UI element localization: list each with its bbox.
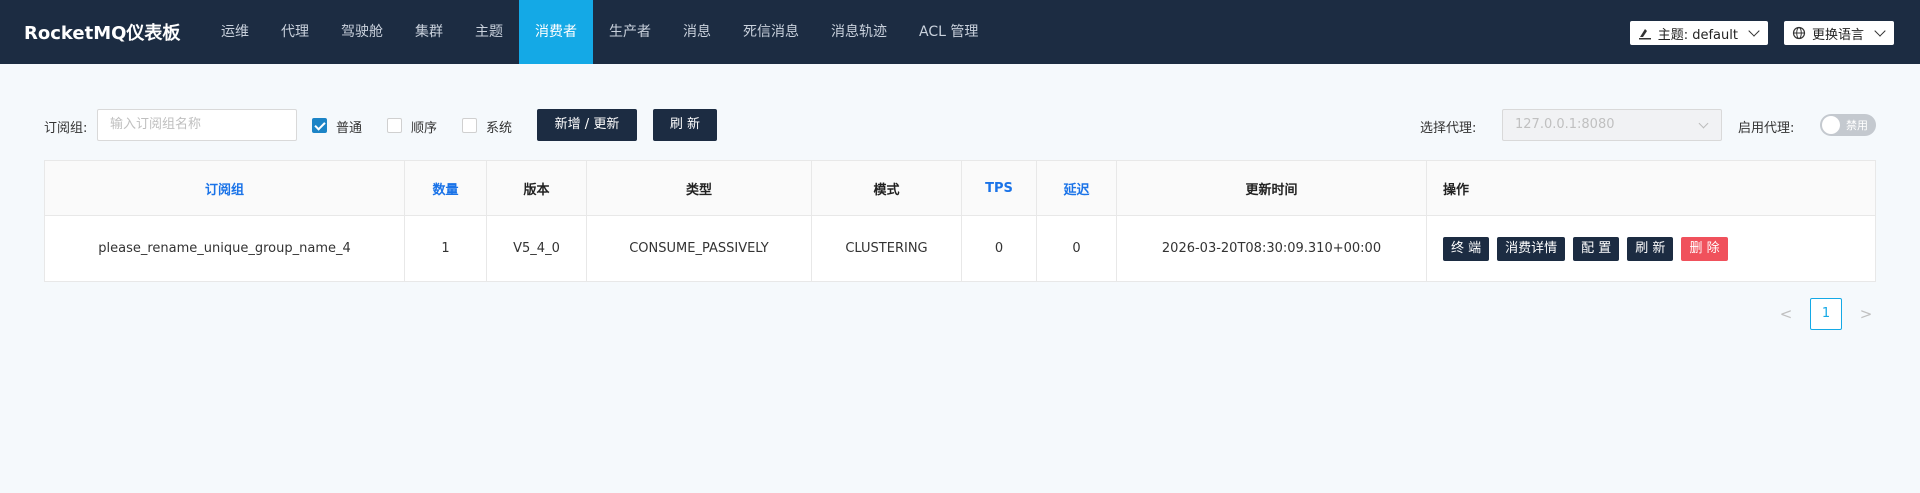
nav-item-dashboard[interactable]: 驾驶舱 bbox=[325, 0, 399, 64]
cell-type: CONSUME_PASSIVELY bbox=[587, 216, 812, 281]
row-actions: 终 端 消费详情 配 置 刷 新 删 除 bbox=[1443, 236, 1728, 261]
page-1-button[interactable]: 1 bbox=[1810, 298, 1842, 330]
nav-item-acl[interactable]: ACL 管理 bbox=[903, 0, 994, 64]
language-select[interactable]: 更换语言 bbox=[1783, 21, 1894, 45]
system-checkbox[interactable] bbox=[462, 118, 477, 133]
globe-icon bbox=[1792, 26, 1806, 40]
cell-mode: CLUSTERING bbox=[812, 216, 962, 281]
consume-detail-button[interactable]: 消费详情 bbox=[1497, 236, 1566, 261]
order-checkbox-label: 顺序 bbox=[411, 121, 438, 136]
nav-item-message[interactable]: 消息 bbox=[667, 0, 727, 64]
theme-select[interactable]: 主题: default bbox=[1629, 21, 1768, 45]
chevron-down-icon bbox=[1698, 118, 1709, 129]
nav-item-message-trace[interactable]: 消息轨迹 bbox=[815, 0, 903, 64]
refresh-button[interactable]: 刷 新 bbox=[653, 109, 717, 141]
nav-right-controls: 主题: default 更换语言 bbox=[1629, 21, 1894, 45]
language-select-label: 更换语言 bbox=[1811, 27, 1864, 43]
nav-item-consumer[interactable]: 消费者 bbox=[519, 0, 593, 64]
group-search-input[interactable]: 输入订阅组名称 bbox=[97, 109, 297, 141]
nav-item-dlq-message[interactable]: 死信消息 bbox=[727, 0, 815, 64]
app-brand[interactable]: RocketMQ仪表板 bbox=[0, 19, 205, 45]
proxy-select[interactable]: 127.0.0.1:8080 bbox=[1502, 109, 1722, 141]
col-header-version: 版本 bbox=[487, 161, 587, 216]
table-row: please_rename_unique_group_name_4 1 V5_4… bbox=[45, 216, 1875, 281]
system-checkbox-label: 系统 bbox=[486, 121, 513, 136]
proxy-select-value: 127.0.0.1:8080 bbox=[1515, 117, 1615, 132]
config-button[interactable]: 配 置 bbox=[1573, 236, 1620, 261]
group-filter-label: 订阅组: bbox=[44, 121, 88, 136]
col-header-type: 类型 bbox=[587, 161, 812, 216]
table-header-row: 订阅组 数量 版本 类型 模式 TPS 延迟 更新时间 操作 bbox=[45, 161, 1875, 216]
row-refresh-button[interactable]: 刷 新 bbox=[1627, 236, 1674, 261]
terminal-button[interactable]: 终 端 bbox=[1443, 236, 1490, 261]
cell-update-time: 2026-03-20T08:30:09.310+00:00 bbox=[1117, 216, 1427, 281]
col-header-update-time: 更新时间 bbox=[1117, 161, 1427, 216]
cell-group: please_rename_unique_group_name_4 bbox=[45, 216, 405, 281]
col-header-delay[interactable]: 延迟 bbox=[1037, 161, 1117, 216]
main-nav: 运维 代理 驾驶舱 集群 主题 消费者 生产者 消息 死信消息 消息轨迹 ACL… bbox=[205, 0, 994, 64]
col-header-mode: 模式 bbox=[812, 161, 962, 216]
chevron-down-icon bbox=[1748, 25, 1760, 37]
prev-page-icon[interactable]: < bbox=[1776, 305, 1796, 323]
normal-checkbox-label: 普通 bbox=[336, 121, 363, 136]
top-navbar: RocketMQ仪表板 运维 代理 驾驶舱 集群 主题 消费者 生产者 消息 死… bbox=[0, 0, 1920, 64]
theme-select-label: 主题: default bbox=[1657, 27, 1738, 43]
nav-item-producer[interactable]: 生产者 bbox=[593, 0, 667, 64]
cell-count: 1 bbox=[405, 216, 487, 281]
cell-version: V5_4_0 bbox=[487, 216, 587, 281]
toggle-knob bbox=[1822, 116, 1840, 134]
enable-proxy-label: 启用代理: bbox=[1738, 121, 1795, 136]
order-checkbox[interactable] bbox=[387, 118, 402, 133]
col-header-group[interactable]: 订阅组 bbox=[45, 161, 405, 216]
chevron-down-icon bbox=[1874, 25, 1886, 37]
toggle-state-label: 禁用 bbox=[1846, 119, 1868, 132]
col-header-actions: 操作 bbox=[1427, 161, 1875, 216]
consumer-toolbar: 订阅组: 输入订阅组名称 普通 顺序 系统 新增 / 更新 刷 新 选择代理: … bbox=[44, 109, 1876, 141]
col-header-tps[interactable]: TPS bbox=[962, 161, 1037, 216]
theme-icon bbox=[1638, 29, 1651, 40]
enable-proxy-toggle[interactable]: 禁用 bbox=[1820, 114, 1876, 136]
cell-delay: 0 bbox=[1037, 216, 1117, 281]
nav-item-ops[interactable]: 运维 bbox=[205, 0, 265, 64]
consumer-table: 订阅组 数量 版本 类型 模式 TPS 延迟 更新时间 操作 please_re… bbox=[44, 160, 1876, 282]
col-header-count[interactable]: 数量 bbox=[405, 161, 487, 216]
next-page-icon[interactable]: > bbox=[1856, 305, 1876, 323]
nav-item-cluster[interactable]: 集群 bbox=[399, 0, 459, 64]
add-update-button[interactable]: 新增 / 更新 bbox=[537, 109, 637, 141]
delete-button[interactable]: 删 除 bbox=[1681, 236, 1728, 261]
nav-item-topic[interactable]: 主题 bbox=[459, 0, 519, 64]
cell-tps: 0 bbox=[962, 216, 1037, 281]
normal-checkbox[interactable] bbox=[312, 118, 327, 133]
nav-item-proxy[interactable]: 代理 bbox=[265, 0, 325, 64]
pagination: < 1 > bbox=[1776, 298, 1876, 330]
cell-actions: 终 端 消费详情 配 置 刷 新 删 除 bbox=[1427, 216, 1875, 281]
proxy-select-label: 选择代理: bbox=[1420, 121, 1477, 136]
